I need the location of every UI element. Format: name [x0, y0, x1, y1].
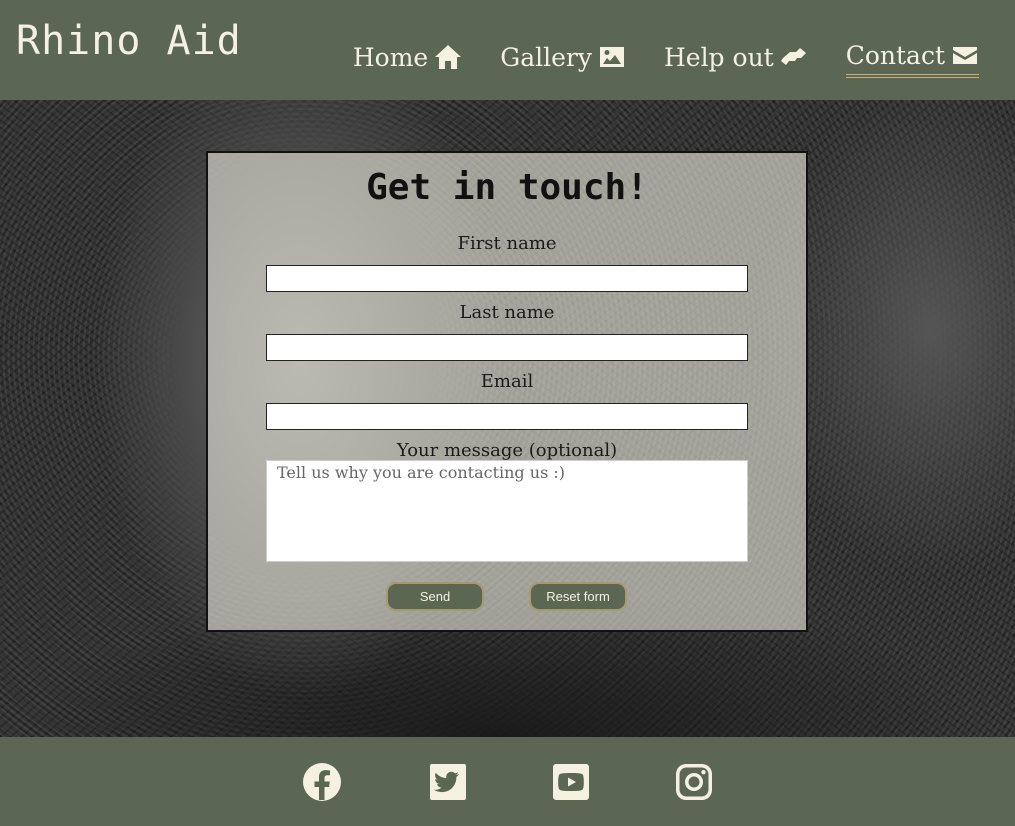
first-name-field[interactable]	[266, 265, 748, 292]
youtube-link[interactable]	[551, 762, 591, 802]
message-textarea[interactable]	[266, 460, 748, 562]
email-field[interactable]	[266, 403, 748, 430]
nav-contact[interactable]: Contact	[845, 40, 979, 78]
site-logo[interactable]: Rhino Aid	[16, 18, 242, 64]
nav-contact-label: Contact	[845, 40, 945, 70]
home-icon	[435, 45, 462, 69]
reset-form-button[interactable]: Reset form	[529, 582, 627, 611]
nav-gallery[interactable]: Gallery	[500, 40, 626, 78]
site-header: Rhino Aid Home Gallery Help out Contact	[0, 0, 1015, 100]
facebook-icon	[303, 763, 341, 801]
instagram-icon	[676, 764, 712, 800]
nav-home[interactable]: Home	[353, 40, 462, 78]
instagram-link[interactable]	[674, 762, 714, 802]
facebook-link[interactable]	[302, 762, 342, 802]
email-label: Email	[480, 371, 534, 392]
twitter-icon	[430, 764, 466, 800]
nav-gallery-label: Gallery	[500, 42, 592, 72]
nav-help-out-label: Help out	[663, 42, 774, 72]
twitter-link[interactable]	[428, 762, 468, 802]
page-title: Get in touch!	[366, 167, 648, 208]
site-footer	[0, 737, 1015, 826]
hands-helping-icon	[780, 48, 806, 65]
youtube-icon	[553, 764, 589, 800]
nav-help-out[interactable]: Help out	[664, 40, 808, 78]
last-name-field[interactable]	[266, 334, 748, 361]
envelope-icon	[953, 47, 977, 64]
message-label: Your message (optional)	[396, 440, 618, 461]
nav-home-label: Home	[352, 42, 429, 72]
send-button[interactable]: Send	[386, 582, 484, 611]
first-name-label: First name	[457, 233, 557, 254]
last-name-label: Last name	[459, 302, 555, 323]
main-nav: Home Gallery Help out Contact	[353, 40, 979, 78]
contact-form-panel: Get in touch! First name Last name Email…	[206, 151, 808, 632]
image-icon	[599, 47, 624, 67]
